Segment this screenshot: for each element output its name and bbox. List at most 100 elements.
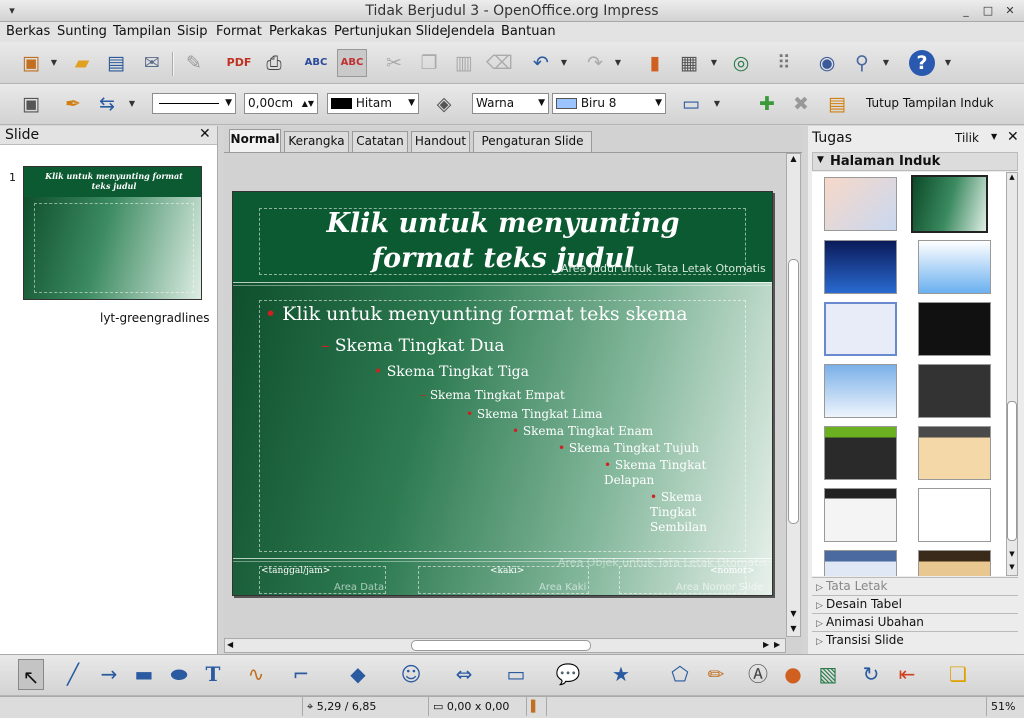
horizontal-scrollbar[interactable]: ◀ ▶ ▶ bbox=[224, 638, 786, 653]
fontwork-icon[interactable]: Ⓐ bbox=[745, 657, 771, 691]
scroll-right-icon[interactable]: ▶ bbox=[774, 640, 780, 649]
table-icon[interactable]: ▦ bbox=[676, 50, 702, 76]
slide-thumbnail[interactable]: Klik untuk menyunting format teks judul bbox=[23, 166, 202, 300]
master-thumb-9[interactable] bbox=[824, 426, 897, 480]
master-thumb-selected[interactable] bbox=[911, 175, 988, 233]
master-thumb-6[interactable] bbox=[918, 302, 991, 356]
flowchart-icon[interactable]: ▭ bbox=[503, 657, 529, 691]
tab-catatan[interactable]: Catatan bbox=[352, 131, 408, 152]
menu-berkas[interactable]: Berkas bbox=[6, 24, 50, 39]
tab-normal[interactable]: Normal bbox=[229, 129, 281, 152]
tab-pengaturan-slide[interactable]: Pengaturan Slide bbox=[473, 131, 592, 152]
rectangle-tool-icon[interactable]: ▬ bbox=[131, 657, 157, 691]
clone-format-icon[interactable]: ⌫ bbox=[486, 50, 513, 76]
view-menu-button[interactable]: Tilik bbox=[955, 131, 979, 145]
curve-tool-icon[interactable]: ∿ bbox=[243, 657, 269, 691]
export-pdf-icon[interactable]: PDF bbox=[226, 50, 252, 76]
line-color-select[interactable]: Hitam ▼ bbox=[327, 93, 419, 114]
master-thumb-7[interactable] bbox=[824, 364, 897, 418]
master-thumb-1[interactable] bbox=[824, 177, 897, 231]
new-dropdown-icon[interactable]: ▼ bbox=[50, 50, 58, 76]
slide-canvas[interactable]: Klik untuk menyunting format teks judul … bbox=[232, 191, 773, 596]
arrow-style-icon[interactable]: ⇆ bbox=[94, 91, 120, 117]
close-window-button[interactable]: ✕ bbox=[1002, 4, 1018, 18]
close-icon[interactable]: ✕ bbox=[199, 126, 211, 142]
master-thumb-3[interactable] bbox=[824, 240, 897, 294]
line-style-toolbar-icon[interactable]: ▣ bbox=[18, 91, 44, 117]
area-color-select[interactable]: Biru 8 ▼ bbox=[552, 93, 666, 114]
master-thumb-8[interactable] bbox=[918, 364, 991, 418]
redo-icon[interactable]: ↷ bbox=[582, 50, 608, 76]
menu-sisip[interactable]: Sisip bbox=[177, 24, 208, 39]
points-icon[interactable]: ⬠ bbox=[667, 657, 693, 691]
undo-icon[interactable]: ↶ bbox=[528, 50, 554, 76]
undo-dropdown-icon[interactable]: ▼ bbox=[560, 50, 568, 76]
section-layouts[interactable]: ▷ Tata Letak bbox=[812, 577, 1018, 594]
maximize-button[interactable]: □ bbox=[980, 4, 996, 18]
spin-icon[interactable]: ▲▼ bbox=[302, 94, 314, 113]
help-icon[interactable]: ? bbox=[909, 50, 935, 76]
hyperlink-icon[interactable]: ◎ bbox=[728, 50, 754, 76]
zoom-dropdown-icon[interactable]: ▼ bbox=[882, 50, 890, 76]
grid-icon[interactable]: ⠿ bbox=[771, 50, 797, 76]
close-icon[interactable]: ✕ bbox=[1007, 129, 1019, 145]
master-thumb-11[interactable] bbox=[824, 488, 897, 542]
scroll-down-icon[interactable]: ▼ bbox=[787, 624, 800, 633]
callouts-icon[interactable]: 💬 bbox=[555, 657, 581, 691]
scroll-right-icon[interactable]: ▶ bbox=[763, 640, 769, 649]
tab-kerangka[interactable]: Kerangka bbox=[284, 131, 349, 152]
section-table-design[interactable]: ▷ Desain Tabel bbox=[812, 595, 1018, 612]
connector-tool-icon[interactable]: ⌐ bbox=[288, 657, 314, 691]
help-dropdown-icon[interactable]: ▼ bbox=[944, 50, 952, 76]
minimize-button[interactable]: _ bbox=[958, 4, 974, 18]
scroll-left-icon[interactable]: ◀ bbox=[227, 640, 233, 649]
glue-points-icon[interactable]: ✏ bbox=[703, 657, 729, 691]
line-width-field[interactable]: 0,00cm ▲▼ bbox=[244, 93, 318, 114]
paste-icon[interactable]: ▥ bbox=[451, 50, 477, 76]
new-document-icon[interactable]: ▣ bbox=[18, 50, 44, 76]
navigator-icon[interactable]: ◉ bbox=[814, 50, 840, 76]
gallery-icon[interactable]: ▧ bbox=[815, 657, 841, 691]
new-master-icon[interactable]: ✚ bbox=[754, 91, 780, 117]
section-master-pages[interactable]: ▼ Halaman Induk bbox=[812, 152, 1018, 171]
from-file-icon[interactable]: ● bbox=[780, 657, 806, 691]
vertical-scroll-thumb[interactable] bbox=[788, 259, 799, 524]
text-tool-icon[interactable]: T bbox=[200, 657, 226, 691]
section-custom-animation[interactable]: ▷ Animasi Ubahan bbox=[812, 613, 1018, 630]
scroll-down-icon[interactable]: ▼ bbox=[787, 609, 800, 618]
scroll-up-icon[interactable]: ▲ bbox=[1007, 173, 1017, 181]
spellcheck-icon[interactable]: ABC bbox=[303, 50, 329, 76]
cut-icon[interactable]: ✂ bbox=[381, 50, 407, 76]
stars-icon[interactable]: ★ bbox=[608, 657, 634, 691]
menu-jendela[interactable]: Jendela bbox=[447, 24, 495, 39]
master-thumb-5[interactable] bbox=[824, 302, 897, 356]
ellipse-tool-icon[interactable]: ⬬ bbox=[166, 657, 192, 691]
tab-handout[interactable]: Handout bbox=[411, 131, 470, 152]
rename-master-icon[interactable]: ▤ bbox=[824, 91, 850, 117]
master-thumb-10[interactable] bbox=[918, 426, 991, 480]
master-thumb-12[interactable] bbox=[918, 488, 991, 542]
scroll-down-icon[interactable]: ▼ bbox=[1007, 563, 1017, 571]
save-icon[interactable]: ▤ bbox=[103, 50, 129, 76]
shadow-icon[interactable]: ▭ bbox=[678, 91, 704, 117]
close-master-view-button[interactable]: Tutup Tampilan Induk bbox=[866, 96, 994, 110]
email-icon[interactable]: ✉ bbox=[139, 50, 165, 76]
select-pointer-icon[interactable]: ↖ bbox=[18, 659, 44, 690]
basic-shapes-icon[interactable]: ◆ bbox=[345, 657, 371, 691]
menu-pertunjukan-slide[interactable]: Pertunjukan Slide bbox=[334, 24, 448, 39]
open-folder-icon[interactable]: ▰ bbox=[69, 50, 95, 76]
table-dropdown-icon[interactable]: ▼ bbox=[710, 50, 718, 76]
scroll-up-icon[interactable]: ▲ bbox=[787, 154, 800, 163]
task-scroll-thumb[interactable] bbox=[1007, 401, 1017, 541]
align-icon[interactable]: ⇤ bbox=[894, 657, 920, 691]
shadow-dropdown-icon[interactable]: ▼ bbox=[713, 91, 721, 117]
menu-bantuan[interactable]: Bantuan bbox=[501, 24, 556, 39]
arrange-icon[interactable]: ❏ bbox=[945, 657, 971, 691]
horizontal-scroll-thumb[interactable] bbox=[411, 640, 591, 651]
chevron-down-icon[interactable]: ▼ bbox=[991, 132, 997, 141]
menu-format[interactable]: Format bbox=[216, 24, 262, 39]
chart-icon[interactable]: ▮ bbox=[642, 50, 668, 76]
master-thumb-4[interactable] bbox=[918, 240, 991, 294]
section-slide-transition[interactable]: ▷ Transisi Slide bbox=[812, 631, 1018, 648]
edit-file-icon[interactable]: ✎ bbox=[181, 50, 207, 76]
